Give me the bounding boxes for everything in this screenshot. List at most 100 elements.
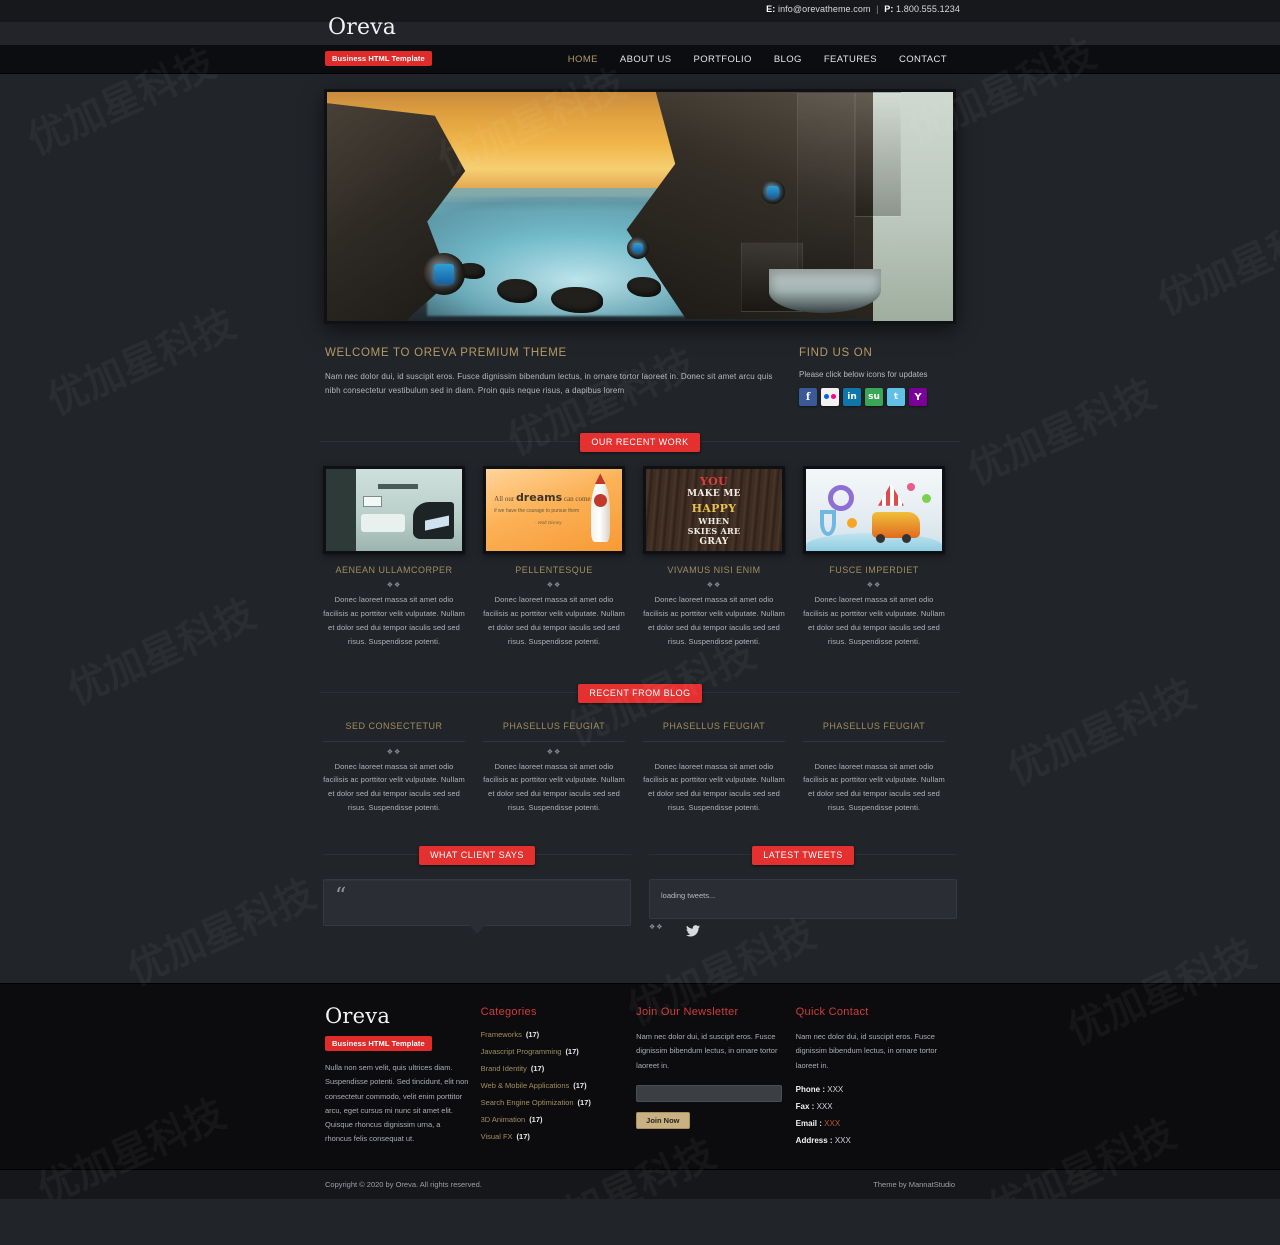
rocket-icon bbox=[590, 480, 610, 543]
flickr-icon[interactable] bbox=[821, 388, 839, 406]
logo-band: Oreva bbox=[0, 16, 1280, 46]
portfolio-item-title[interactable]: VIVAMUS NISI ENIM bbox=[643, 565, 785, 575]
portfolio-thumbnail[interactable]: All our dreams can come true, if we have… bbox=[483, 466, 625, 554]
blog-section-badge: RECENT FROM BLOG bbox=[578, 683, 702, 703]
portfolio-item: YOU MAKE ME HAPPY WHEN SKIES ARE GRAY VI… bbox=[643, 466, 785, 649]
nav-item-about-us[interactable]: ABOUT US bbox=[609, 46, 683, 74]
portfolio-item-title[interactable]: AENEAN ULLAMCORPER bbox=[323, 565, 465, 575]
portfolio-thumbnail[interactable] bbox=[803, 466, 945, 554]
footer-about-text: Nulla non sem velit, quis ultrices diam.… bbox=[325, 1063, 469, 1144]
watermark-text: 优加星科技 bbox=[57, 582, 263, 716]
watermark-text: 优加星科技 bbox=[957, 362, 1163, 496]
category-count: (17) bbox=[530, 1064, 545, 1073]
blog-item-title[interactable]: SED CONSECTETUR bbox=[323, 721, 465, 731]
portfolio-item-desc: Donec laoreet massa sit amet odio facili… bbox=[323, 595, 465, 646]
welcome-section: WELCOME TO OREVA PREMIUM THEME Nam nec d… bbox=[320, 324, 960, 406]
portfolio-item: AENEAN ULLAMCORPER ❖❖ Donec laoreet mass… bbox=[323, 466, 465, 649]
site-logo[interactable]: Oreva bbox=[328, 16, 396, 40]
blog-badge-row: RECENT FROM BLOG bbox=[320, 683, 960, 703]
thumb3-line-4: WHEN bbox=[698, 515, 730, 526]
nav-item-blog[interactable]: BLOG bbox=[763, 46, 813, 74]
twitter-bird-icon bbox=[685, 925, 700, 937]
category-count: (17) bbox=[525, 1030, 540, 1039]
nav-item-portfolio[interactable]: PORTFOLIO bbox=[682, 46, 762, 74]
testimonial-section-badge: WHAT CLIENT SAYS bbox=[419, 846, 535, 865]
testimonial-box-tail bbox=[469, 925, 485, 934]
portfolio-badge-row: OUR RECENT WORK bbox=[320, 432, 960, 452]
blog-item-rule bbox=[483, 740, 625, 742]
list-item: Visual FX (17) bbox=[481, 1132, 625, 1141]
thumb3-line-5: SKIES ARE bbox=[687, 526, 741, 537]
portfolio-item-desc: Donec laoreet massa sit amet odio facili… bbox=[643, 595, 785, 646]
footer-contact-column: Quick Contact Nam nec dolor dui, id susc… bbox=[796, 1006, 955, 1153]
portfolio-item: FUSCE IMPERDIET ❖❖ Donec laoreet massa s… bbox=[803, 466, 945, 649]
portfolio-section-badge: OUR RECENT WORK bbox=[580, 433, 700, 452]
social-icon-list: f in su t Y bbox=[799, 388, 955, 406]
join-now-button[interactable]: Join Now bbox=[636, 1111, 690, 1129]
portfolio-image-1 bbox=[326, 469, 462, 551]
portfolio-thumbnail[interactable]: YOU MAKE ME HAPPY WHEN SKIES ARE GRAY bbox=[643, 466, 785, 554]
contact-label: Phone : bbox=[795, 1084, 826, 1094]
nav-item-home[interactable]: HOME bbox=[557, 46, 609, 74]
hero-slider[interactable] bbox=[324, 89, 956, 324]
portfolio-thumbnail[interactable] bbox=[323, 466, 465, 554]
category-count: (17) bbox=[573, 1081, 587, 1090]
blog-item-title[interactable]: PHASELLUS FEUGIAT bbox=[643, 721, 785, 731]
category-link[interactable]: Web & Mobile Applications bbox=[481, 1081, 570, 1090]
testimonial-tweets-row: WHAT CLIENT SAYS “ ❖❖ LATEST TWEETS load… bbox=[320, 815, 960, 937]
theme-credit-text: Theme by MannatStudio bbox=[873, 1180, 955, 1190]
slider-panel-1 bbox=[855, 92, 901, 217]
list-item: Search Engine Optimization (17) bbox=[481, 1098, 625, 1107]
portfolio-grid: AENEAN ULLAMCORPER ❖❖ Donec laoreet mass… bbox=[320, 450, 960, 649]
nav-item-contact[interactable]: CONTACT bbox=[888, 46, 958, 74]
portfolio-item-title[interactable]: PELLENTESQUE bbox=[483, 565, 625, 575]
linkedin-icon[interactable]: in bbox=[843, 388, 861, 406]
email-label: E: bbox=[766, 4, 776, 14]
find-us-block: FIND US ON Please click below icons for … bbox=[795, 347, 955, 406]
portfolio-divider-dots: ❖❖ bbox=[546, 581, 562, 589]
thumb3-line-3: HAPPY bbox=[691, 501, 737, 515]
thumb3-line-6: GRAY bbox=[699, 537, 729, 548]
blog-divider-dots: ❖❖ bbox=[546, 747, 562, 756]
tweets-badge-row: LATEST TWEETS bbox=[649, 845, 957, 865]
slider-pod-2 bbox=[627, 237, 649, 259]
category-link[interactable]: Frameworks bbox=[481, 1030, 522, 1039]
thumb2-line1-mid: can come bbox=[563, 495, 591, 504]
yahoo-icon[interactable]: Y bbox=[909, 388, 927, 406]
email-value[interactable]: info@orevatheme.com bbox=[778, 4, 871, 14]
portfolio-image-4 bbox=[806, 469, 942, 551]
blog-item-desc: Donec laoreet massa sit amet odio facili… bbox=[803, 761, 945, 813]
newsletter-email-input[interactable] bbox=[636, 1084, 783, 1102]
category-link[interactable]: Search Engine Optimization bbox=[481, 1098, 574, 1107]
portfolio-divider-dots: ❖❖ bbox=[706, 581, 722, 589]
thumb3-line-2: MAKE ME bbox=[687, 488, 741, 499]
portfolio-item-desc: Donec laoreet massa sit amet odio facili… bbox=[483, 595, 625, 646]
footer-contact-text: Nam nec dolor dui, id suscipit eros. Fus… bbox=[795, 1032, 937, 1070]
slider-pod-1 bbox=[423, 253, 465, 295]
main-navigation: HOME ABOUT US PORTFOLIO BLOG FEATURES CO… bbox=[557, 46, 958, 74]
nav-item-features[interactable]: FEATURES bbox=[813, 46, 888, 74]
facebook-icon[interactable]: f bbox=[799, 388, 817, 406]
portfolio-divider-dots: ❖❖ bbox=[386, 581, 402, 589]
category-link[interactable]: Brand Identity bbox=[481, 1064, 527, 1073]
contact-value: XXX bbox=[834, 1135, 851, 1145]
blog-item-rule bbox=[803, 740, 945, 742]
copyright-text: Copyright © 2020 by Oreva. All rights re… bbox=[325, 1180, 482, 1190]
footer-newsletter-text: Nam nec dolor dui, id suscipit eros. Fus… bbox=[636, 1032, 778, 1070]
page-root: E: info@orevatheme.com | P: 1.800.555.12… bbox=[0, 0, 1280, 1199]
category-link[interactable]: 3D Animation bbox=[481, 1115, 526, 1124]
portfolio-item-title[interactable]: FUSCE IMPERDIET bbox=[803, 565, 945, 575]
blog-item-desc: Donec laoreet massa sit amet odio facili… bbox=[483, 761, 625, 813]
category-link[interactable]: Javascript Programming bbox=[481, 1047, 562, 1056]
watermark-text: 优加星科技 bbox=[997, 662, 1203, 796]
contact-value[interactable]: XXX bbox=[824, 1119, 840, 1128]
blog-item-title[interactable]: PHASELLUS FEUGIAT bbox=[803, 721, 945, 731]
footer-logo[interactable]: Oreva bbox=[325, 1006, 469, 1027]
twitter-icon[interactable]: t bbox=[887, 388, 905, 406]
category-link[interactable]: Visual FX bbox=[481, 1132, 513, 1141]
welcome-heading: WELCOME TO OREVA PREMIUM THEME bbox=[325, 347, 567, 359]
blog-divider-dots: ❖❖ bbox=[386, 747, 402, 756]
blog-item-title[interactable]: PHASELLUS FEUGIAT bbox=[483, 721, 625, 731]
footer-categories-heading: Categories bbox=[480, 1006, 537, 1018]
stumbleupon-icon[interactable]: su bbox=[865, 388, 883, 406]
